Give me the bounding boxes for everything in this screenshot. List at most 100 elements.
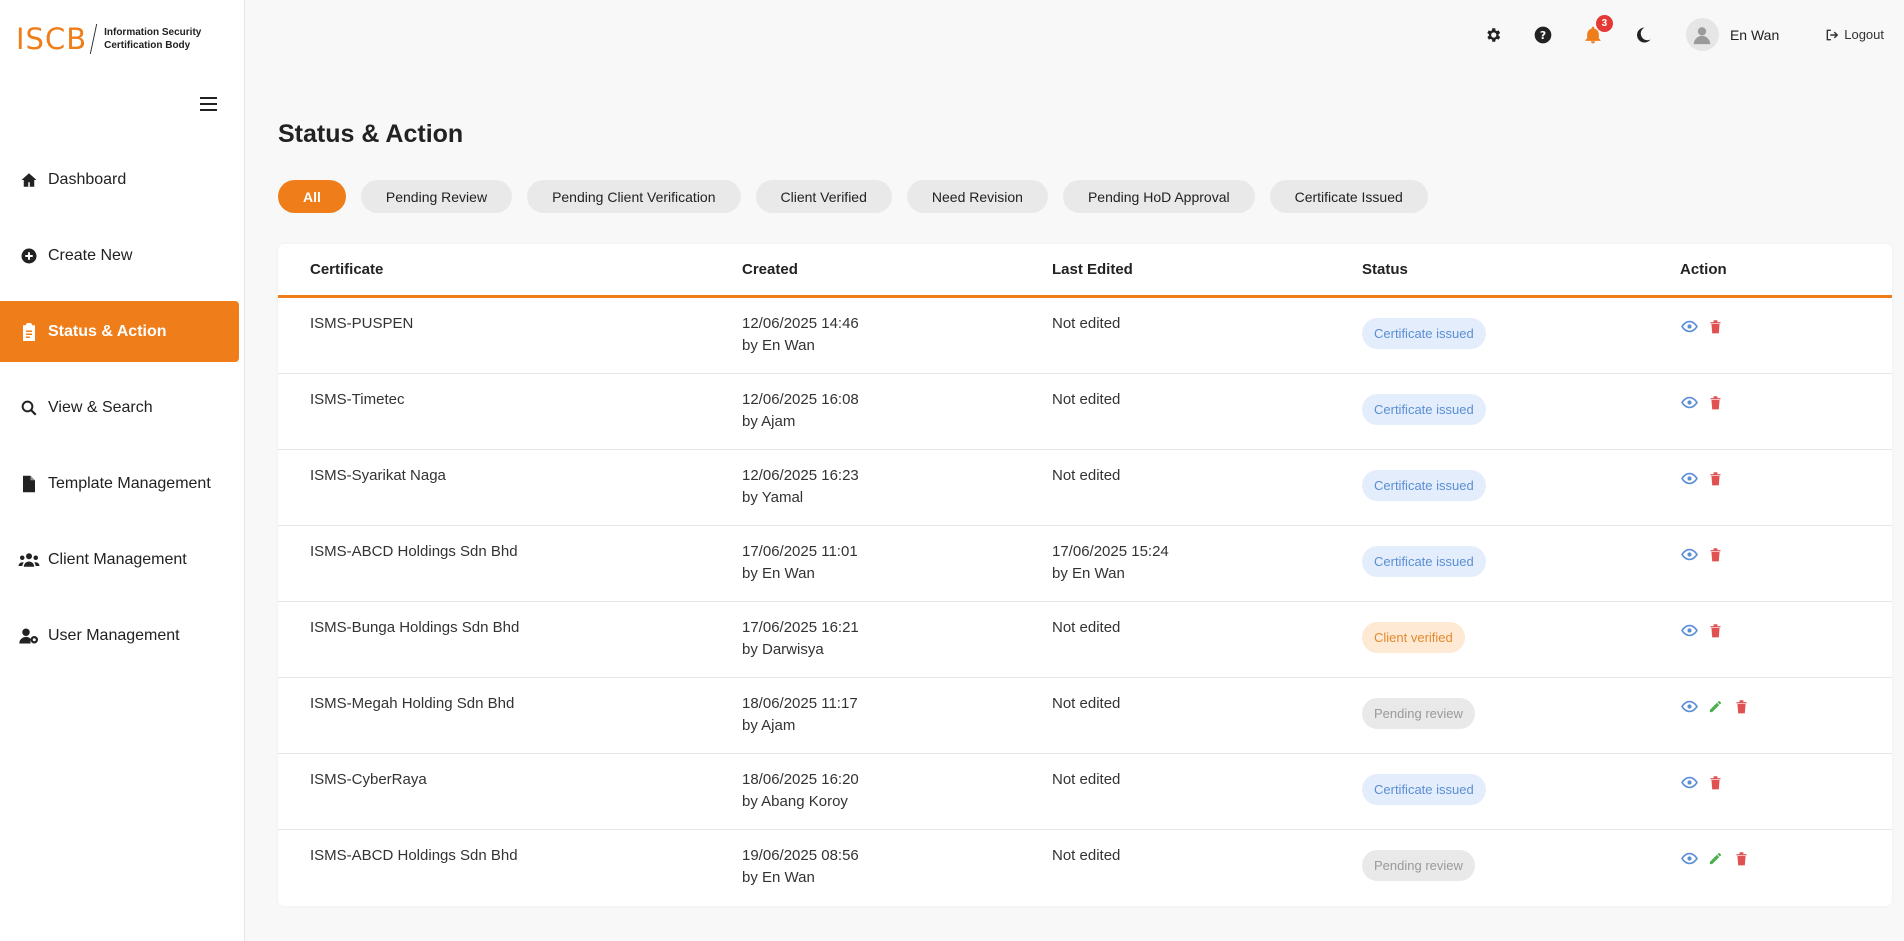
edited-date: Not edited [1052,619,1121,636]
table-row[interactable]: ISMS-PUSPEN 12/06/2025 14:46 by En Wan Not … [278,298,1892,374]
header-certificate[interactable]: Certificate [278,261,742,278]
filter-chip-pending-review[interactable]: Pending Review [360,180,513,213]
sidebar: ISCB Information Security Certification … [0,0,245,941]
filter-chip-pending-hod-approval[interactable]: Pending HoD Approval [1062,180,1255,213]
sidebar-item-label: Template Management [48,474,211,492]
sidebar-item-view-search[interactable]: View & Search [0,377,239,438]
header-action: Action [1680,261,1727,278]
cell-last-edited: 17/06/2025 15:24 by En Wan [1052,543,1362,601]
table-row[interactable]: ISMS-ABCD Holdings Sdn Bhd 17/06/2025 11:… [278,526,1892,602]
sidebar-item-status-action[interactable]: Status & Action [0,301,239,362]
avatar [1685,18,1719,51]
status-badge: Certificate issued [1362,394,1486,425]
certificate-name: ISMS-CyberRaya [310,771,427,788]
view-eye-icon[interactable] [1680,393,1698,411]
table-row[interactable]: ISMS-Megah Holding Sdn Bhd 18/06/2025 11:… [278,678,1892,754]
created-by: by En Wan [742,337,815,354]
created-date: 12/06/2025 16:08 [742,391,859,408]
cell-certificate: ISMS-ABCD Holdings Sdn Bhd [278,847,742,906]
view-eye-icon[interactable] [1680,773,1698,791]
header-status[interactable]: Status [1362,261,1680,278]
view-eye-icon[interactable] [1680,849,1698,867]
user-name: En Wan [1729,26,1780,43]
view-eye-icon[interactable] [1680,545,1698,563]
status-badge: Certificate issued [1362,774,1486,805]
sidebar-nav: Dashboard Create New Status & Action View &… [0,149,245,681]
edit-pencil-icon[interactable] [1706,849,1724,867]
edit-pencil-icon[interactable] [1706,697,1724,715]
edited-date: Not edited [1052,847,1121,864]
view-eye-icon[interactable] [1680,697,1698,715]
sidebar-item-dashboard[interactable]: Dashboard [0,149,239,210]
sidebar-item-label: Dashboard [48,170,127,188]
delete-trash-icon[interactable] [1706,393,1724,411]
settings-gear-icon[interactable] [1481,23,1505,47]
user-menu[interactable]: En Wan [1685,18,1780,51]
sidebar-item-template-management[interactable]: Template Management [0,453,239,514]
cell-actions [1680,771,1892,829]
logo-subtitle-line2: Certification Body [104,40,191,51]
table-row[interactable]: ISMS-Syarikat Naga 12/06/2025 16:23 by Yam… [278,450,1892,526]
delete-trash-icon[interactable] [1706,317,1724,335]
created-date: 12/06/2025 14:46 [742,315,859,332]
filter-chip-client-verified[interactable]: Client Verified [755,180,892,213]
menu-toggle-icon[interactable] [200,97,217,111]
edited-by: by En Wan [1052,565,1125,582]
status-badge: Certificate issued [1362,470,1486,501]
sidebar-item-label: View & Search [48,398,153,416]
filter-chip-need-revision[interactable]: Need Revision [906,180,1048,213]
delete-trash-icon[interactable] [1706,545,1724,563]
created-by: by En Wan [742,565,815,582]
table-header: Certificate Created Last Edited Status A… [278,244,1892,298]
help-icon[interactable]: ? [1531,23,1555,47]
sidebar-item-create-new[interactable]: Create New [0,225,239,286]
filter-chip-all[interactable]: All [278,180,346,213]
sidebar-item-client-management[interactable]: Client Management [0,529,239,590]
table-row[interactable]: ISMS-CyberRaya 18/06/2025 16:20 by Abang K… [278,754,1892,830]
header-created[interactable]: Created [742,261,1052,278]
created-by: by Ajam [742,413,796,430]
delete-trash-icon[interactable] [1732,697,1750,715]
delete-trash-icon[interactable] [1706,773,1724,791]
brand-logo[interactable]: ISCB Information Security Certification … [16,22,201,56]
sidebar-item-user-management[interactable]: User Management [0,605,239,666]
cell-certificate: ISMS-Syarikat Naga [278,467,742,525]
created-date: 19/06/2025 08:56 [742,847,859,864]
cell-actions [1680,391,1892,449]
view-eye-icon[interactable] [1680,621,1698,639]
cell-status: Certificate issued [1362,467,1680,525]
created-date: 12/06/2025 16:23 [742,467,859,484]
logout-button[interactable]: Logout [1825,27,1884,42]
filter-chip-certificate-issued[interactable]: Certificate Issued [1269,180,1428,213]
view-eye-icon[interactable] [1680,469,1698,487]
certificate-name: ISMS-Timetec [310,391,405,408]
delete-trash-icon[interactable] [1706,469,1724,487]
table-row[interactable]: ISMS-ABCD Holdings Sdn Bhd 19/06/2025 08:… [278,830,1892,906]
plus-circle-icon [18,245,40,267]
header-last-edited[interactable]: Last Edited [1052,261,1362,278]
certificate-name: ISMS-ABCD Holdings Sdn Bhd [310,543,518,560]
table-body: ISMS-PUSPEN 12/06/2025 14:46 by En Wan Not … [278,298,1892,906]
table-row[interactable]: ISMS-Bunga Holdings Sdn Bhd 17/06/2025 16… [278,602,1892,678]
dark-mode-moon-icon[interactable] [1631,23,1655,47]
logout-label: Logout [1844,27,1884,42]
cell-status: Certificate issued [1362,391,1680,449]
delete-trash-icon[interactable] [1732,849,1750,867]
users-icon [18,549,40,571]
cell-status: Certificate issued [1362,543,1680,601]
sidebar-item-label: Client Management [48,550,187,568]
cell-last-edited: Not edited [1052,771,1362,829]
cell-certificate: ISMS-CyberRaya [278,771,742,829]
view-eye-icon[interactable] [1680,317,1698,335]
user-gear-icon [18,625,40,647]
edited-date: Not edited [1052,315,1121,332]
cell-certificate: ISMS-Bunga Holdings Sdn Bhd [278,619,742,677]
cell-certificate: ISMS-ABCD Holdings Sdn Bhd [278,543,742,601]
notification-count-badge: 3 [1595,14,1613,32]
created-by: by Ajam [742,717,796,734]
table-row[interactable]: ISMS-Timetec 12/06/2025 16:08 by Ajam Not e… [278,374,1892,450]
notifications-bell-icon[interactable]: 3 [1581,14,1613,47]
filter-chip-pending-client-verification[interactable]: Pending Client Verification [527,180,741,213]
delete-trash-icon[interactable] [1706,621,1724,639]
cell-last-edited: Not edited [1052,391,1362,449]
